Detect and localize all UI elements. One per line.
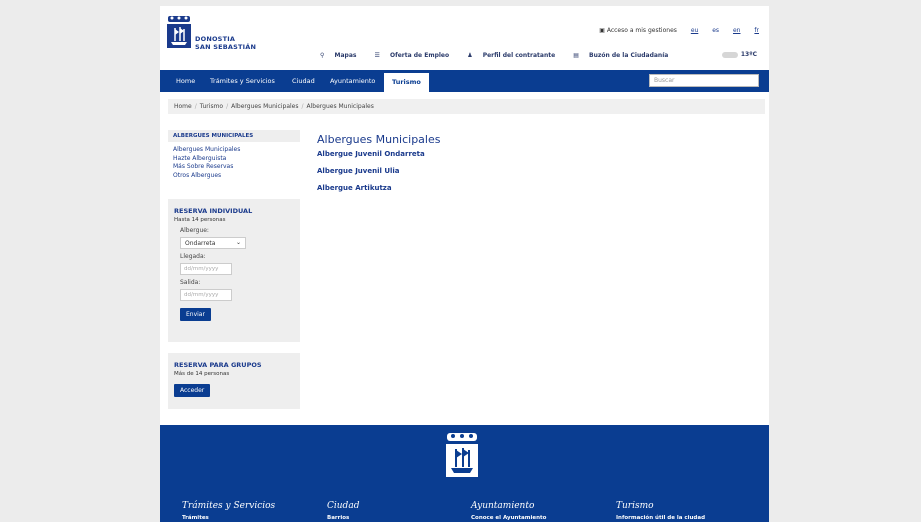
albergue-link-ulia[interactable]: Albergue Juvenil Ulia [317,167,440,175]
footer-col-tramites: Trámites y Servicios Trámites [182,501,275,521]
salida-input[interactable]: dd/mm/yyyy [180,289,232,301]
lang-fr[interactable]: fr [754,27,759,34]
breadcrumb-home[interactable]: Home [174,103,192,110]
map-pin-icon: ⚲ [320,52,325,59]
lang-es[interactable]: es [712,27,719,34]
city-crest-icon [167,16,191,48]
access-link[interactable]: ▣ Acceso a mis gestiones [599,27,677,34]
footer-link-tramites[interactable]: Trámites [182,515,275,521]
cloud-icon [721,51,738,58]
nav-ciudad[interactable]: Ciudad [292,70,315,92]
reserva-grupos-title: RESERVA PARA GRUPOS [174,361,262,369]
weather-widget: 13ºC [721,51,757,58]
albergue-select[interactable]: Ondarreta ⌄ [180,237,246,249]
lang-eu[interactable]: eu [691,27,699,34]
enviar-button[interactable]: Enviar [180,308,211,321]
breadcrumb: Home / Turismo / Albergues Municipales / Alber… [168,99,765,114]
footer-link-info[interactable]: Información útil de la ciudad [616,515,705,521]
llegada-label: Llegada: [180,253,206,260]
nav-turismo[interactable]: Turismo [384,73,429,92]
breadcrumb-current: Albergues Municipales [306,103,374,110]
reserva-individual-subtitle: Hasta 14 personas [174,217,226,223]
top-links: ▣ Acceso a mis gestiones eu es en fr [591,27,759,34]
albergue-link-artikutza[interactable]: Albergue Artikutza [317,184,440,192]
sidebar-nav: ALBERGUES MUNICIPALES Albergues Municipa… [168,130,300,180]
contractor-link[interactable]: ♟ Perfil del contratante [467,52,563,59]
footer: Trámites y Servicios Trámites Ciudad Bar… [160,425,769,522]
footer-col-ciudad: Ciudad Barrios [327,501,359,521]
person-icon: ♟ [467,52,473,59]
maps-link[interactable]: ⚲ Mapas [320,52,364,59]
footer-col-turismo: Turismo Información útil de la ciudad [616,501,705,521]
lang-en[interactable]: en [733,27,741,34]
sidebar-link-reservas[interactable]: Más Sobre Reservas [168,163,300,172]
page: DONOSTIA SAN SEBASTIÁN ▣ Acceso a mis ge… [160,6,769,522]
sidebar-link-hazte[interactable]: Hazte Alberguista [168,155,300,164]
sidebar-link-otros[interactable]: Otros Albergues [168,172,300,181]
reserva-grupos-subtitle: Más de 14 personas [174,371,230,377]
footer-title-tramites: Trámites y Servicios [182,501,276,511]
footer-title-ciudad: Ciudad [327,501,360,511]
reserva-individual-box: RESERVA INDIVIDUAL Hasta 14 personas Alb… [168,199,300,342]
albergue-label: Albergue: [180,227,209,234]
mailbox-link[interactable]: ▤ Buzón de la Ciudadanía [573,52,676,59]
footer-crest-icon [446,433,478,477]
main-nav: Home Trámites y Servicios Ciudad Ayuntam… [160,70,769,92]
reserva-individual-title: RESERVA INDIVIDUAL [174,207,253,215]
nav-tramites[interactable]: Trámites y Servicios [210,70,275,92]
breadcrumb-albergues[interactable]: Albergues Municipales [231,103,298,110]
mailbox-icon: ▤ [573,52,579,59]
utility-bar: ⚲ Mapas ☰ Oferta de Empleo ♟ Perfil del … [320,52,684,59]
footer-title-turismo: Turismo [616,501,654,511]
footer-link-conoce[interactable]: Conoce el Ayuntamiento [471,515,546,521]
acceder-button[interactable]: Acceder [174,384,211,397]
salida-label: Salida: [180,279,201,286]
llegada-input[interactable]: dd/mm/yyyy [180,263,232,275]
albergue-link-ondarreta[interactable]: Albergue Juvenil Ondarreta [317,150,440,158]
jobs-link[interactable]: ☰ Oferta de Empleo [375,52,458,59]
footer-col-ayuntamiento: Ayuntamiento Conoce el Ayuntamiento [471,501,546,521]
page-title: Albergues Municipales [317,133,441,146]
breadcrumb-turismo[interactable]: Turismo [200,103,223,110]
sidebar-title: ALBERGUES MUNICIPALES [168,130,300,142]
main-content: Albergues Municipales Albergue Juvenil O… [317,133,440,192]
footer-title-ayuntamiento: Ayuntamiento [471,501,535,511]
reserva-grupos-box: RESERVA PARA GRUPOS Más de 14 personas A… [168,353,300,409]
footer-link-barrios[interactable]: Barrios [327,515,359,521]
chevron-down-icon: ⌄ [235,239,241,246]
list-icon: ☰ [374,52,380,59]
city-name: DONOSTIA SAN SEBASTIÁN [195,35,257,51]
sidebar-link-albergues[interactable]: Albergues Municipales [168,146,300,155]
search-input[interactable]: Buscar [649,74,759,87]
city-logo[interactable]: DONOSTIA SAN SEBASTIÁN [166,16,266,60]
nav-ayuntamiento[interactable]: Ayuntamiento [330,70,375,92]
nav-home[interactable]: Home [176,70,195,92]
